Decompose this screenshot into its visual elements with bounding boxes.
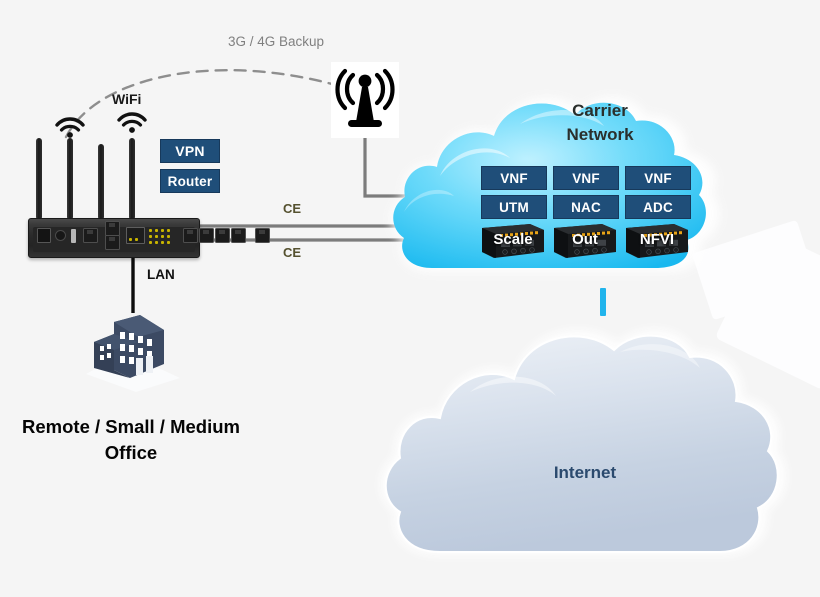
router-power-switch xyxy=(37,228,51,243)
office-label: Remote / Small / Medium Office xyxy=(22,416,240,463)
office-building[interactable] xyxy=(78,312,188,396)
router-lan-port-4 xyxy=(231,228,246,243)
wifi-label: WiFi xyxy=(112,91,142,107)
tag-vnf-3[interactable]: VNF xyxy=(625,166,691,190)
lan-label: LAN xyxy=(147,267,175,282)
router-lan-port-1 xyxy=(183,228,198,243)
ce-label-bottom: CE xyxy=(283,245,302,260)
tag-adc[interactable]: ADC xyxy=(625,195,691,219)
network-diagram-canvas: 3G / 4G Backup WiFi LAN CE CE Remote / S… xyxy=(0,0,820,597)
router-antenna-3 xyxy=(98,144,104,220)
carrier-to-internet-link xyxy=(600,288,606,316)
carrier-title-line-2: Network xyxy=(566,125,634,145)
wifi-signal-icon-right xyxy=(117,112,147,133)
tag-nac[interactable]: NAC xyxy=(553,195,619,219)
cell-tower-icon xyxy=(335,68,395,127)
tag-utm[interactable]: UTM xyxy=(481,195,547,219)
internet-cloud-title: Internet xyxy=(553,463,617,482)
router-chassis xyxy=(28,218,270,258)
tag-vnf-2[interactable]: VNF xyxy=(553,166,619,190)
router-antenna-1 xyxy=(36,138,42,220)
router-antenna-4 xyxy=(129,138,135,220)
router-antenna-2 xyxy=(67,138,73,220)
router-lan-port-3 xyxy=(215,228,230,243)
ce-label-top: CE xyxy=(283,201,302,216)
router-wan-port-1 xyxy=(105,221,120,236)
decorative-shard-right xyxy=(714,229,820,391)
tower-to-cloud-link xyxy=(363,138,420,198)
wifi-signal-icon-left xyxy=(55,117,85,138)
router-sfp-slot xyxy=(126,227,145,244)
router-wan-port-2 xyxy=(105,235,120,250)
carrier-network-title: Carrier Network xyxy=(520,99,680,147)
router-power-jack xyxy=(55,230,66,241)
server-appliance-icon-1 xyxy=(482,224,544,258)
backup-link-label: 3G / 4G Backup xyxy=(228,34,325,49)
office-building-icon xyxy=(86,315,180,392)
cloud-layer xyxy=(64,69,786,555)
router-mgmt-port xyxy=(255,228,270,243)
router-front-panel xyxy=(33,221,270,252)
server-appliance-icon-2 xyxy=(554,224,616,258)
nfv-appliance-scale[interactable]: Scale xyxy=(480,222,546,260)
router-lan-port-2 xyxy=(199,228,214,243)
server-appliance-icon-3 xyxy=(626,224,688,258)
internet-cloud-shape xyxy=(381,329,786,555)
router-usb-stick xyxy=(71,229,76,243)
tag-vpn[interactable]: VPN xyxy=(160,139,220,163)
nfv-appliance-out[interactable]: Out xyxy=(552,222,618,260)
tag-router[interactable]: Router xyxy=(160,169,220,193)
carrier-title-line-1: Carrier xyxy=(572,101,628,120)
decorative-shard-upper xyxy=(691,219,819,321)
nfv-appliance-nfvi[interactable]: NFVI xyxy=(624,222,690,260)
tag-vnf-1[interactable]: VNF xyxy=(481,166,547,190)
cell-tower[interactable] xyxy=(331,62,399,138)
router-console-port xyxy=(83,228,98,243)
